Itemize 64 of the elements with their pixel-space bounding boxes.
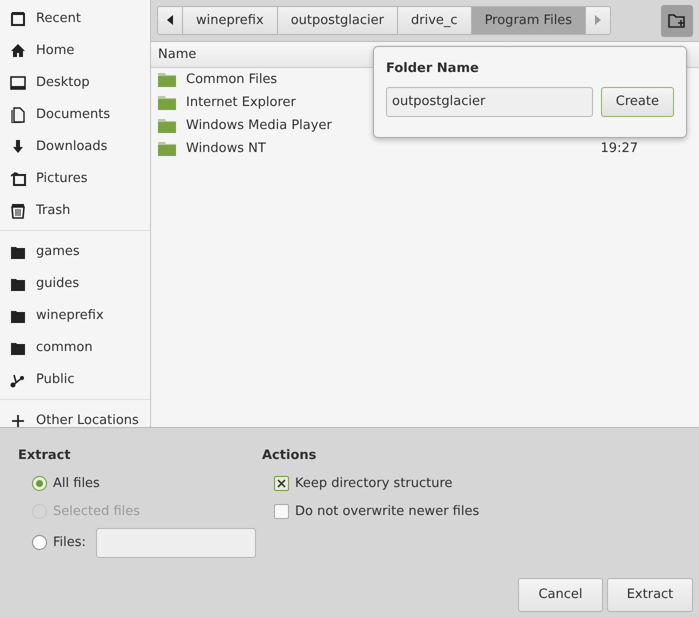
- file-name[interactable]: Internet Explorer: [186, 92, 296, 112]
- option-label[interactable]: All files: [53, 474, 100, 494]
- path-segment[interactable]: drive_c: [398, 7, 472, 34]
- option-label[interactable]: Do not overwrite newer files: [295, 502, 480, 522]
- check-mark-icon: [277, 479, 286, 488]
- file-modified-time: 19:27: [600, 140, 638, 158]
- add-icon: [10, 413, 26, 427]
- option-label[interactable]: Keep directory structure: [295, 474, 453, 494]
- new-folder-button[interactable]: [661, 4, 693, 36]
- folder-icon: [158, 142, 176, 156]
- sidebar-item[interactable]: guides: [0, 268, 150, 300]
- folder-icon: [158, 72, 176, 86]
- section-title: Extract: [18, 447, 72, 465]
- popover-title: Folder Name: [386, 60, 480, 78]
- sidebar-item[interactable]: common: [0, 332, 150, 364]
- dialog-button[interactable]: Cancel: [518, 578, 603, 612]
- folder-icon: [10, 276, 26, 292]
- trash-icon: [10, 203, 26, 219]
- sidebar-item[interactable]: Recent: [0, 3, 150, 35]
- right-arrow-icon: [595, 15, 602, 26]
- dialog-button[interactable]: Extract: [607, 578, 693, 612]
- file-name[interactable]: Windows Media Player: [186, 116, 332, 136]
- folder-icon: [158, 96, 176, 110]
- desktop-icon: [10, 75, 26, 91]
- new-folder-icon: [668, 12, 686, 28]
- path-segment[interactable]: outpostglacier: [278, 7, 398, 34]
- pictures-icon: [10, 171, 26, 187]
- files-field[interactable]: [96, 528, 256, 558]
- share-icon: [10, 372, 26, 388]
- section-title: Actions: [262, 447, 318, 465]
- sidebar-item[interactable]: games: [0, 236, 150, 268]
- home-icon: [10, 43, 26, 59]
- option-label: Selected files: [53, 502, 140, 521]
- recent-icon: [10, 11, 26, 27]
- folder-icon: [10, 244, 26, 260]
- folder-icon: [158, 118, 176, 132]
- sidebar-item[interactable]: Downloads: [0, 131, 150, 163]
- folder-icon: [10, 340, 26, 356]
- sidebar-item[interactable]: Documents: [0, 99, 150, 131]
- option-label[interactable]: Files:: [53, 532, 86, 552]
- sidebar-item[interactable]: Desktop: [0, 67, 150, 99]
- checkbox[interactable]: [274, 476, 289, 491]
- path-segment[interactable]: wineprefix: [183, 7, 278, 34]
- file-name[interactable]: Common Files: [186, 70, 278, 90]
- sidebar-item[interactable]: Trash: [0, 195, 150, 227]
- path-segment[interactable]: Program Files: [472, 7, 586, 34]
- scroll-right-button[interactable]: [586, 7, 610, 34]
- scroll-left-button[interactable]: [158, 7, 183, 34]
- folder-name-field[interactable]: outpostglacier: [386, 86, 593, 116]
- sidebar-item[interactable]: Public: [0, 364, 150, 396]
- sidebar-item[interactable]: wineprefix: [0, 300, 150, 332]
- sidebar-item[interactable]: Home: [0, 35, 150, 67]
- file-name[interactable]: Windows NT: [186, 138, 266, 158]
- documents-icon: [10, 107, 26, 123]
- download-icon: [10, 139, 26, 155]
- create-button[interactable]: Create: [600, 86, 674, 116]
- checkbox[interactable]: [274, 504, 289, 519]
- sidebar-item[interactable]: Pictures: [0, 163, 150, 195]
- sidebar-item[interactable]: Other Locations: [0, 405, 150, 427]
- column-header[interactable]: Name: [158, 44, 196, 64]
- folder-icon: [10, 308, 26, 324]
- radio-button[interactable]: [32, 476, 47, 491]
- left-arrow-icon: [167, 15, 173, 26]
- radio-button[interactable]: [32, 535, 47, 550]
